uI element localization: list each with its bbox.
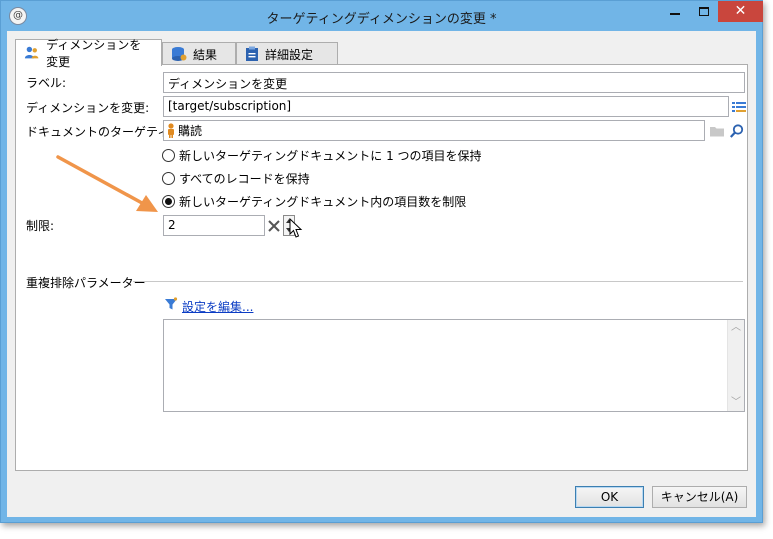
radio-label: 新しいターゲティングドキュメントに 1 つの項目を保持 <box>179 149 482 163</box>
close-button[interactable]: ✕ <box>718 1 763 22</box>
radio-button[interactable] <box>162 172 175 185</box>
dedup-caption: 重複排除パラメーター <box>26 276 146 290</box>
radio-button[interactable] <box>162 195 175 208</box>
radio-button[interactable] <box>162 149 175 162</box>
radio-keep-all[interactable]: すべてのレコードを保持 <box>162 170 310 187</box>
tab-change-dimension[interactable]: ディメンションを変更 <box>15 38 162 69</box>
list-icon[interactable] <box>731 99 747 115</box>
mouse-cursor-icon <box>289 218 303 238</box>
search-icon[interactable] <box>729 123 745 139</box>
window-title: ターゲティングディメンションの変更 * <box>266 12 497 27</box>
scrollbar[interactable]: ︿ ﹀ <box>727 320 744 411</box>
person-icon <box>168 123 174 138</box>
tab-advanced[interactable]: 詳細設定 <box>236 42 338 65</box>
dedup-textarea[interactable]: ︿ ﹀ <box>163 319 745 412</box>
dimension-caption: ディメンションを変更: <box>26 101 150 115</box>
clipboard-icon <box>246 46 258 61</box>
scroll-up-icon[interactable]: ︿ <box>731 323 741 333</box>
maximize-icon <box>699 7 709 16</box>
maximize-button[interactable] <box>690 1 718 22</box>
edit-settings-link[interactable]: 設定を編集... <box>182 298 253 315</box>
label-caption: ラベル: <box>26 76 67 90</box>
folder-icon[interactable] <box>709 123 725 139</box>
tab-panel: ラベル: ディメンションを変更 ディメンションを変更: [target/subs… <box>15 64 748 471</box>
database-icon <box>172 47 187 61</box>
radio-label: すべてのレコードを保持 <box>179 172 310 186</box>
tab-label: 詳細設定 <box>265 47 314 62</box>
minimize-icon <box>670 13 680 15</box>
users-icon <box>24 46 39 59</box>
radio-keep-one[interactable]: 新しいターゲティングドキュメントに 1 つの項目を保持 <box>162 147 482 164</box>
limit-input[interactable]: 2 <box>163 215 265 236</box>
tab-results[interactable]: 結果 <box>162 42 236 65</box>
clear-icon[interactable] <box>266 218 282 234</box>
section-divider <box>133 281 743 282</box>
dimension-input[interactable]: [target/subscription] <box>163 96 729 117</box>
radio-label: 新しいターゲティングドキュメント内の項目数を制限 <box>179 195 467 209</box>
dialog-window: @ ターゲティングディメンションの変更 * ✕ ディメンションを変更 結果 詳細… <box>0 0 763 523</box>
limit-caption: 制限: <box>26 219 55 233</box>
ok-button[interactable]: OK <box>575 486 644 508</box>
title-bar[interactable]: @ ターゲティングディメンションの変更 * ✕ <box>1 1 763 31</box>
tab-label: ディメンションを変更 <box>46 38 142 69</box>
close-icon: ✕ <box>734 3 747 19</box>
scroll-down-icon[interactable]: ﹀ <box>731 398 741 408</box>
label-input[interactable]: ディメンションを変更 <box>163 72 745 93</box>
tab-label: 結果 <box>193 47 218 62</box>
filter-icon[interactable] <box>164 297 178 311</box>
radio-limit-count[interactable]: 新しいターゲティングドキュメント内の項目数を制限 <box>162 193 466 210</box>
cancel-button[interactable]: キャンセル(A) <box>652 486 747 508</box>
doc-target-input[interactable]: 購読 <box>163 120 705 141</box>
minimize-button[interactable] <box>661 1 689 22</box>
dialog-client: ディメンションを変更 結果 詳細設定 ラベル: ディメンションを変更 ディメンシ… <box>7 31 756 517</box>
doc-target-value: 購読 <box>178 124 203 138</box>
